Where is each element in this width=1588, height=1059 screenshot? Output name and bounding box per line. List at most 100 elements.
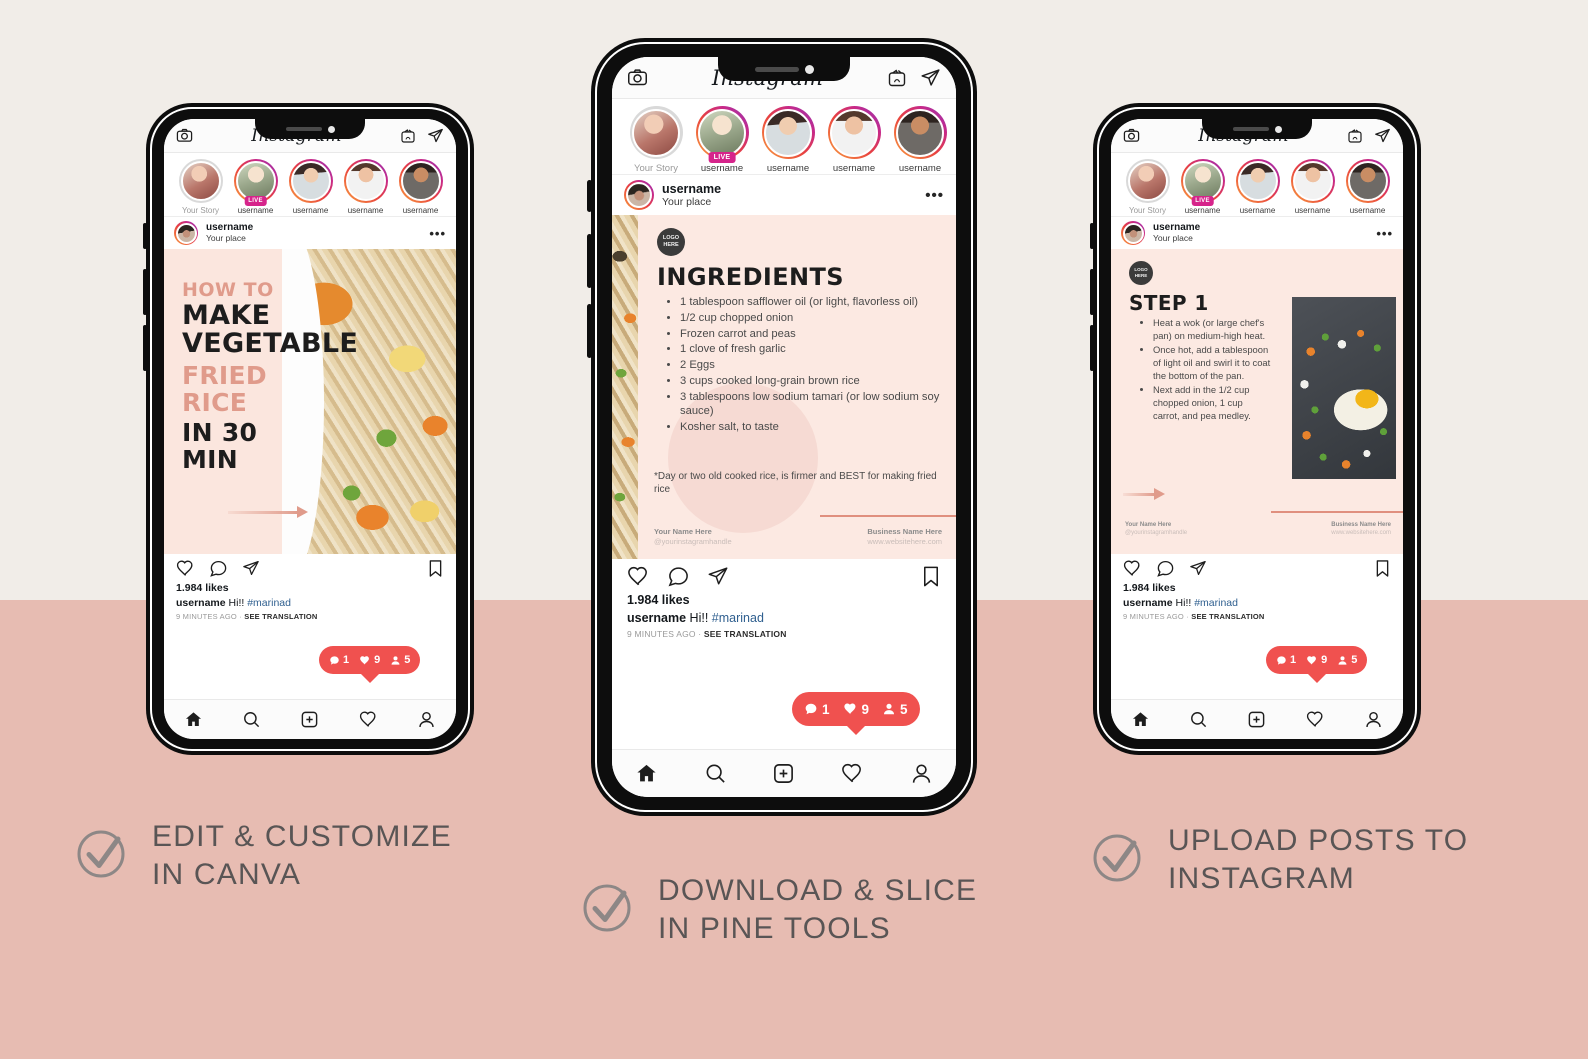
caption-hashtag[interactable]: #marinad: [247, 597, 291, 609]
caption-hashtag[interactable]: #marinad: [712, 611, 764, 625]
story-item[interactable]: username: [1230, 159, 1285, 216]
more-options-icon[interactable]: •••: [1376, 226, 1393, 241]
paper-plane-icon[interactable]: [242, 559, 260, 577]
post-media-ingredients: LOGO HERE INGREDIENTS 1 tablespoon saffl…: [612, 215, 956, 559]
add-post-icon[interactable]: [772, 762, 795, 785]
check-circle-icon: [580, 878, 636, 934]
story-label: username: [292, 206, 329, 215]
stories-row-left[interactable]: Your Story LIVE username username userna…: [164, 153, 456, 217]
camera-icon[interactable]: [627, 67, 648, 88]
igtv-icon[interactable]: [400, 128, 416, 144]
profile-icon[interactable]: [1364, 710, 1383, 729]
caption-username[interactable]: username: [176, 597, 226, 609]
caption-text: Hi!!: [1175, 597, 1192, 609]
see-translation[interactable]: SEE TRANSLATION: [1191, 612, 1264, 621]
story-item[interactable]: username: [821, 106, 887, 174]
story-item[interactable]: username: [887, 106, 953, 174]
ingredients-pane: LOGO HERE INGREDIENTS 1 tablespoon saffl…: [638, 215, 956, 559]
search-icon[interactable]: [242, 710, 261, 729]
caption-username[interactable]: username: [1123, 597, 1173, 609]
paper-plane-icon[interactable]: [707, 565, 729, 587]
bottom-nav-left[interactable]: [164, 699, 456, 739]
heart-icon[interactable]: [841, 762, 864, 785]
add-post-icon[interactable]: [300, 710, 319, 729]
live-badge: LIVE: [244, 196, 267, 206]
fried-rice-side-photo: [612, 215, 638, 559]
check-circle-icon: [1090, 828, 1146, 884]
paper-plane-icon[interactable]: [1189, 559, 1207, 577]
footer-business: Business Name Here: [1331, 522, 1391, 528]
stories-row-center[interactable]: Your Story LIVE username username userna…: [612, 99, 956, 175]
phone-right: Instagram Your Story LIVE: [1090, 103, 1421, 755]
story-item[interactable]: username: [1285, 159, 1340, 216]
comment-icon[interactable]: [209, 559, 228, 578]
list-item: 1 clove of fresh garlic: [680, 342, 942, 357]
heart-icon[interactable]: [176, 559, 195, 578]
logo-badge-line1: LOGO: [662, 235, 680, 241]
paper-plane-icon[interactable]: [920, 67, 941, 88]
slide-title: STEP 1: [1129, 291, 1209, 315]
story-item[interactable]: LIVE username: [689, 106, 755, 174]
bottom-nav-right[interactable]: [1111, 699, 1403, 739]
story-item[interactable]: username: [338, 159, 393, 216]
heart-icon[interactable]: [359, 710, 378, 729]
see-translation[interactable]: SEE TRANSLATION: [244, 612, 317, 621]
see-translation[interactable]: SEE TRANSLATION: [704, 629, 787, 639]
igtv-icon[interactable]: [887, 68, 907, 88]
story-label: username: [402, 206, 439, 215]
bookmark-icon[interactable]: [1374, 559, 1391, 578]
caption-username[interactable]: username: [627, 611, 686, 625]
home-icon[interactable]: [635, 762, 658, 785]
notification-pill-left[interactable]: 1 9 5: [319, 646, 421, 683]
notif-likes: 9: [1321, 654, 1328, 666]
story-item[interactable]: Your Story: [1120, 159, 1175, 216]
story-item[interactable]: LIVE username: [228, 159, 283, 216]
screen-center: Instagram Your Story: [612, 57, 956, 797]
story-item[interactable]: username: [755, 106, 821, 174]
step-pane: LOGO HERE STEP 1 Heat a wok (or large ch…: [1111, 249, 1403, 554]
story-item[interactable]: LIVE username: [1175, 159, 1230, 216]
feature-line-2: IN PINE TOOLS: [658, 912, 891, 946]
footer-name: Your Name Here: [1125, 522, 1172, 528]
more-options-icon[interactable]: •••: [925, 187, 944, 204]
meta-separator: ·: [698, 629, 702, 639]
comment-icon[interactable]: [1156, 559, 1175, 578]
meta-separator: ·: [239, 612, 242, 621]
search-icon[interactable]: [1189, 710, 1208, 729]
logo-badge: LOGO HERE: [657, 228, 685, 256]
camera-icon[interactable]: [1123, 127, 1140, 144]
notification-pill-center[interactable]: 1 9 5: [792, 692, 920, 735]
notif-comments: 1: [1290, 654, 1297, 666]
heart-icon[interactable]: [627, 565, 650, 588]
search-icon[interactable]: [704, 762, 727, 785]
story-item[interactable]: Your Story: [173, 159, 228, 216]
home-icon[interactable]: [1131, 710, 1150, 729]
notif-followers: 5: [900, 701, 908, 717]
camera-icon[interactable]: [176, 127, 193, 144]
profile-icon[interactable]: [417, 710, 436, 729]
heart-icon[interactable]: [1123, 559, 1142, 578]
more-options-icon[interactable]: •••: [429, 226, 446, 241]
notification-pill-right[interactable]: 1 9 5: [1266, 646, 1368, 683]
paper-plane-icon[interactable]: [427, 127, 444, 144]
comment-icon[interactable]: [667, 565, 690, 588]
bookmark-icon[interactable]: [921, 565, 941, 588]
story-item[interactable]: username: [1340, 159, 1395, 216]
bookmark-icon[interactable]: [427, 559, 444, 578]
post-username[interactable]: username: [662, 182, 925, 196]
stories-row-right[interactable]: Your Story LIVE username username userna…: [1111, 153, 1403, 217]
story-item[interactable]: username: [283, 159, 338, 216]
story-item[interactable]: username: [393, 159, 448, 216]
heart-icon[interactable]: [1306, 710, 1325, 729]
bottom-nav-center[interactable]: [612, 749, 956, 797]
paper-plane-icon[interactable]: [1374, 127, 1391, 144]
feature-label: DOWNLOAD & SLICE IN PINE TOOLS: [658, 872, 977, 949]
igtv-icon[interactable]: [1347, 128, 1363, 144]
caption-hashtag[interactable]: #marinad: [1194, 597, 1238, 609]
cover-line-5: IN 30 MIN: [182, 417, 258, 475]
post-actions-right: [1111, 554, 1403, 582]
story-item[interactable]: Your Story: [623, 106, 689, 174]
profile-icon[interactable]: [910, 762, 933, 785]
home-icon[interactable]: [184, 710, 203, 729]
add-post-icon[interactable]: [1247, 710, 1266, 729]
